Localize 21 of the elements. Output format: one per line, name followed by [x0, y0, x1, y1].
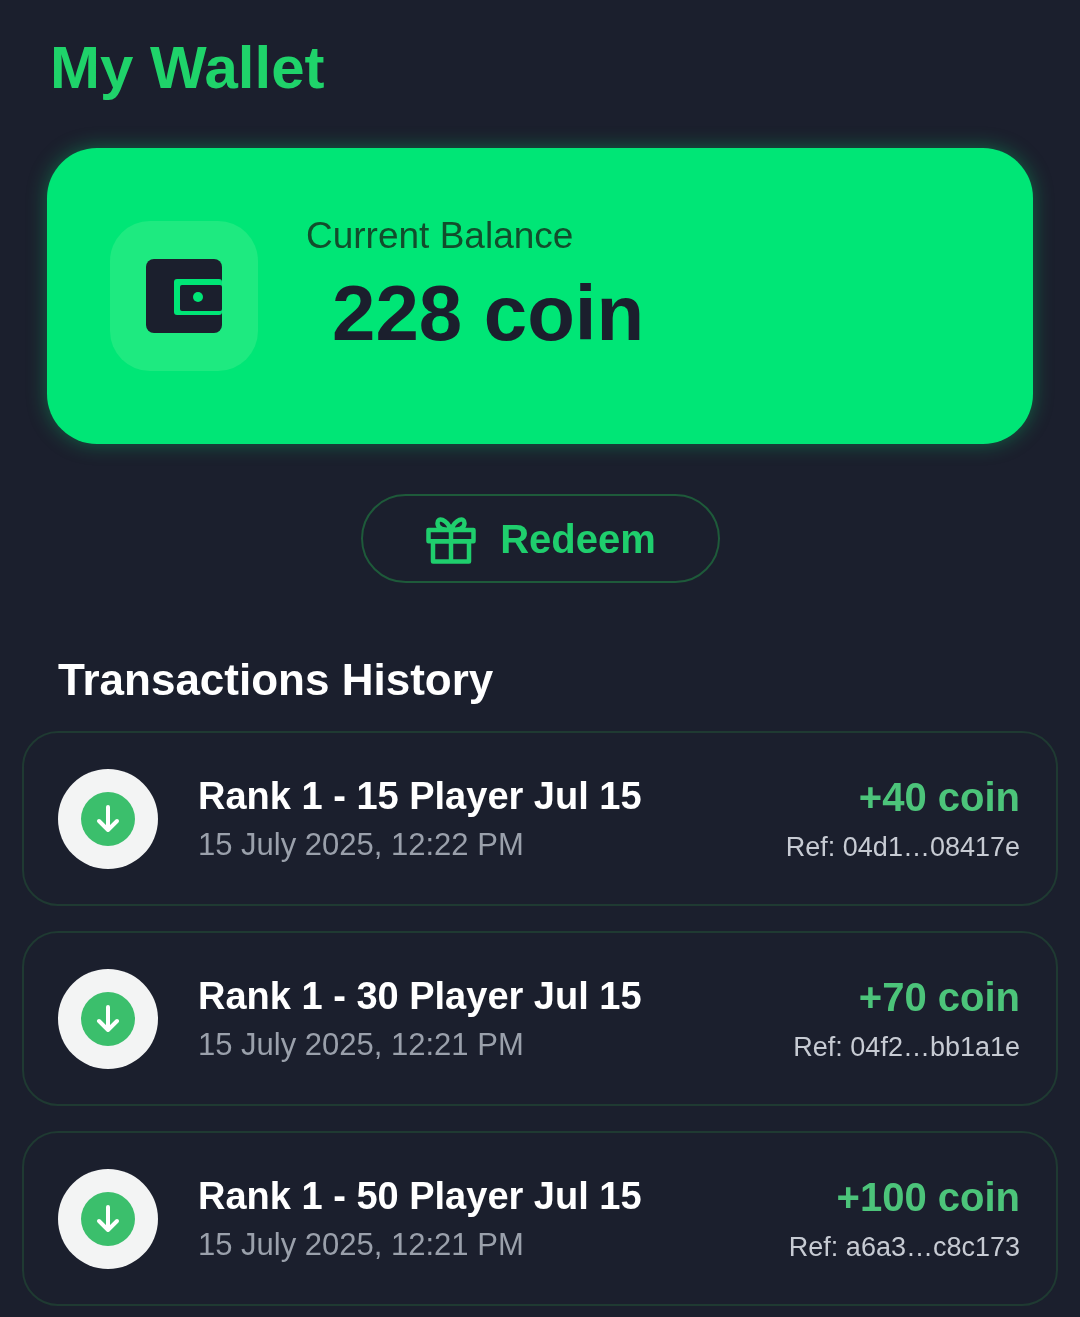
transaction-date: 15 July 2025, 12:21 PM [198, 1025, 524, 1064]
transaction-title: Rank 1 - 30 Player Jul 15 [198, 973, 642, 1019]
transaction-title: Rank 1 - 50 Player Jul 15 [198, 1173, 642, 1219]
wallet-icon [146, 259, 222, 333]
transaction-ref: Ref: 04d1…08417e [785, 830, 1020, 864]
balance-amount: 228 coin [332, 268, 645, 358]
transaction-date: 15 July 2025, 12:22 PM [198, 825, 524, 864]
transaction-ref: Ref: a6a3…c8c173 [788, 1230, 1020, 1264]
balance-label: Current Balance [306, 214, 574, 258]
transaction-title: Rank 1 - 15 Player Jul 15 [198, 773, 642, 819]
transaction-card[interactable]: Rank 1 - 30 Player Jul 15 15 July 2025, 12:21 PM +70 coin Ref: 04f2…bb1a1e [22, 931, 1058, 1106]
transaction-date: 15 July 2025, 12:21 PM [198, 1225, 524, 1264]
redeem-button[interactable]: Redeem [360, 494, 720, 583]
transaction-amount: +100 coin [836, 1173, 1020, 1221]
transaction-amount: +40 coin [858, 773, 1020, 821]
transaction-ref: Ref: 04f2…bb1a1e [793, 1030, 1020, 1064]
page-title: My Wallet [50, 33, 325, 103]
transaction-card[interactable]: Rank 1 - 50 Player Jul 15 15 July 2025, 12:21 PM +100 coin Ref: a6a3…c8c173 [22, 1131, 1058, 1306]
transaction-card[interactable]: Rank 1 - 15 Player Jul 15 15 July 2025, 12:22 PM +40 coin Ref: 04d1…08417e [22, 731, 1058, 906]
section-heading: Transactions History [58, 654, 494, 706]
transaction-amount: +70 coin [858, 973, 1020, 1021]
